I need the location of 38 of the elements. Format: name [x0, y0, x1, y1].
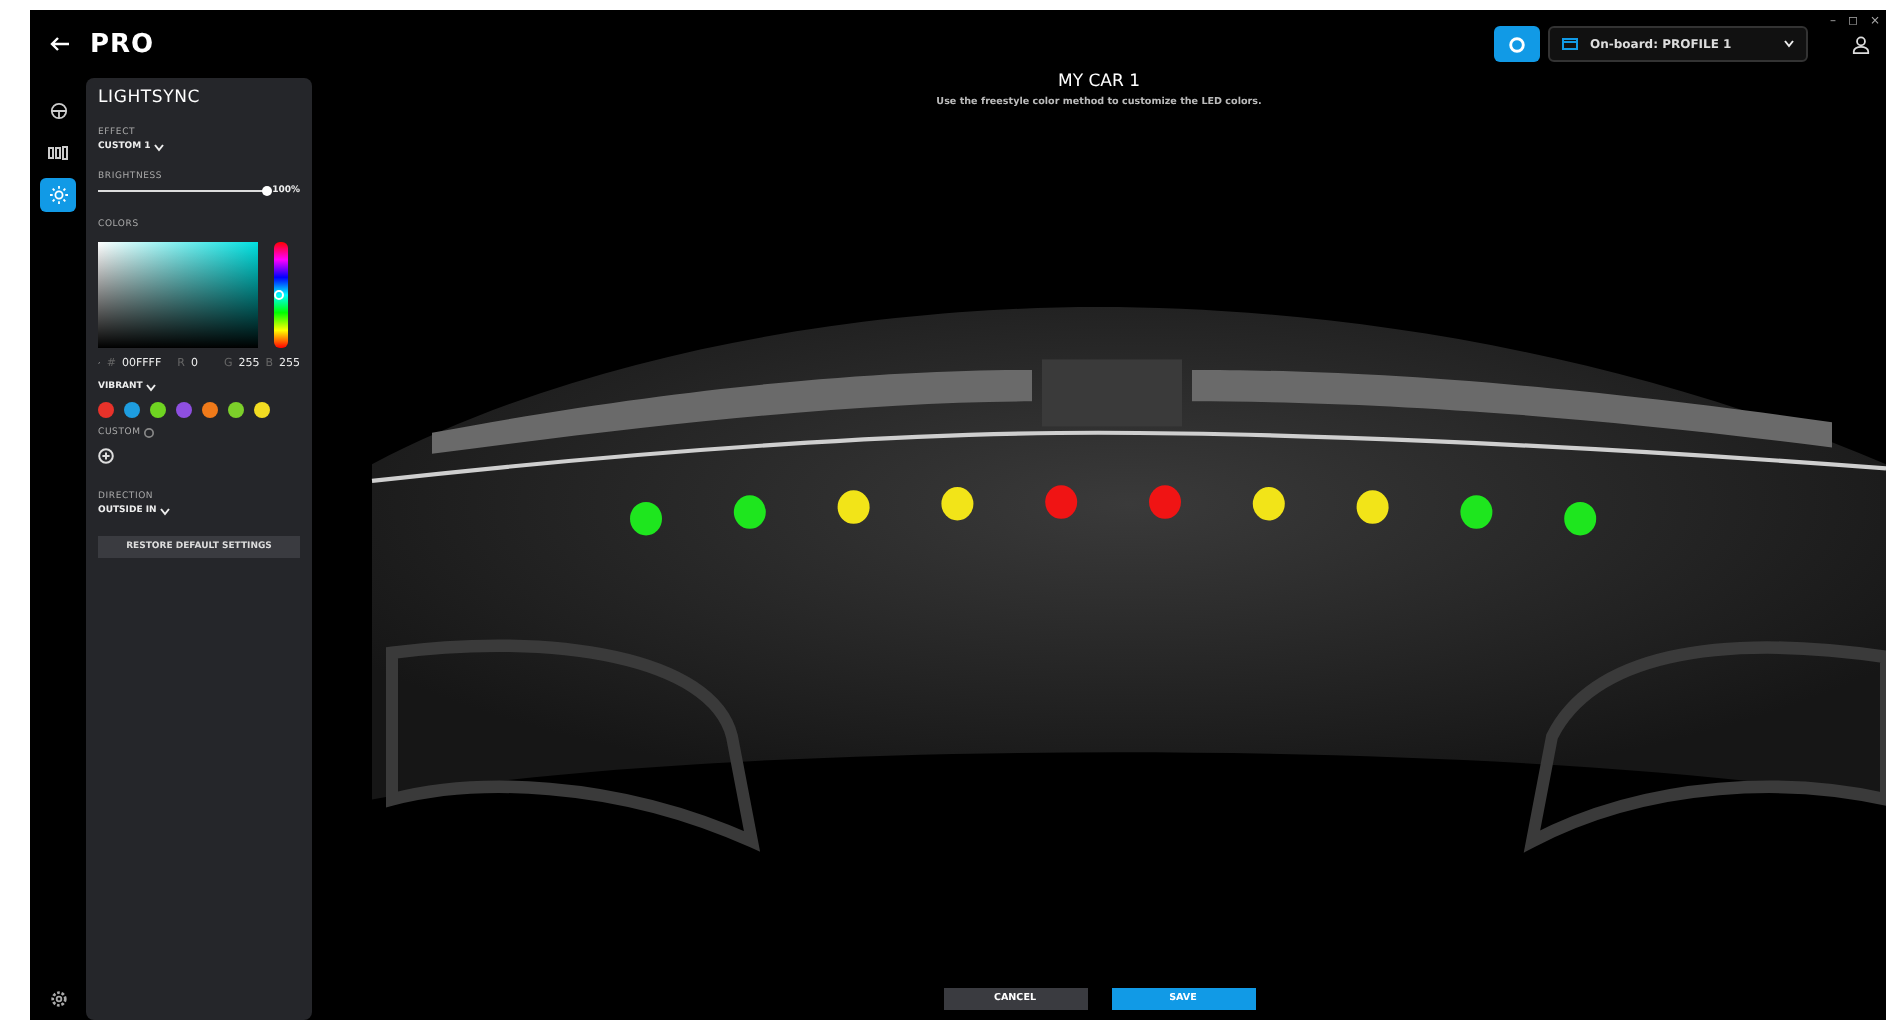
user-icon[interactable]: [1852, 35, 1870, 53]
led-light[interactable]: [1252, 487, 1285, 521]
steering-wheel-icon: [49, 102, 67, 120]
color-swatch[interactable]: [124, 402, 140, 418]
memory-icon: [1562, 38, 1578, 50]
info-icon: [144, 428, 155, 438]
ring-icon: [1508, 35, 1526, 53]
hue-slider[interactable]: [274, 242, 288, 348]
led-light[interactable]: [630, 501, 662, 536]
add-color-icon[interactable]: [98, 448, 114, 464]
led-light[interactable]: [941, 487, 974, 521]
color-swatch[interactable]: [228, 402, 244, 418]
lightsync-toggle-button[interactable]: [1494, 26, 1540, 62]
color-swatch[interactable]: [202, 402, 218, 418]
led-light[interactable]: [733, 495, 766, 529]
color-swatch[interactable]: [176, 402, 192, 418]
hue-thumb[interactable]: [274, 290, 284, 300]
color-picker[interactable]: [98, 242, 258, 348]
led-light[interactable]: [837, 490, 870, 524]
led-light[interactable]: [1356, 490, 1389, 524]
slider-thumb[interactable]: [262, 186, 273, 196]
settings-icon[interactable]: [49, 990, 67, 1008]
back-arrow-icon[interactable]: [50, 36, 70, 52]
device-title: PRO: [90, 29, 155, 59]
color-swatch[interactable]: [150, 402, 166, 418]
chevron-icon: [154, 143, 165, 151]
color-swatch[interactable]: [98, 402, 114, 418]
panel-title: LIGHTSYNC: [98, 88, 202, 108]
chevron-icon: [1784, 40, 1794, 48]
chevron-icon: [146, 383, 157, 391]
chevron-icon: [160, 507, 171, 515]
light-icon: [49, 186, 67, 204]
rail-tab[interactable]: [40, 178, 76, 212]
pedals-icon: [48, 146, 68, 160]
color-swatch[interactable]: [254, 402, 270, 418]
led-light[interactable]: [1564, 501, 1597, 536]
car-title: MY CAR 1: [1058, 72, 1140, 92]
led-light[interactable]: [1460, 495, 1493, 529]
